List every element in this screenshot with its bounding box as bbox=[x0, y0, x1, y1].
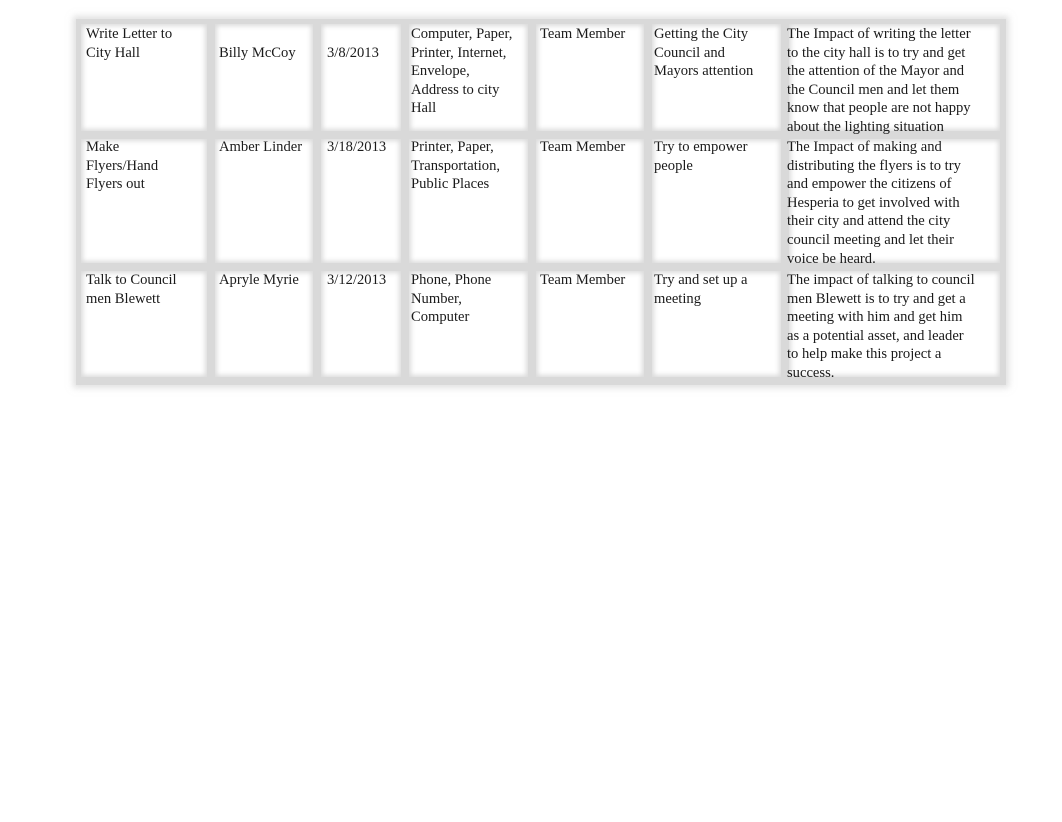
table-cell bbox=[215, 139, 313, 263]
table-cell bbox=[321, 139, 401, 263]
row-3-date: 3/12/2013 bbox=[327, 272, 387, 288]
row-3-impact: The impact of talking to council men Ble… bbox=[787, 272, 975, 381]
row-2-role: Team Member bbox=[540, 139, 626, 155]
row-1-task: Write Letter to City Hall bbox=[86, 26, 173, 61]
table-cell bbox=[536, 139, 644, 263]
row-1-role: Team Member bbox=[540, 26, 626, 42]
row-3-goal: Try and set up a meeting bbox=[654, 272, 748, 307]
row-2-task: Make Flyers/Hand Flyers out bbox=[86, 139, 159, 193]
row-1-impact: The Impact of writing the letter to the … bbox=[787, 26, 971, 135]
row-3-task: Talk to Council men Blewett bbox=[86, 272, 177, 307]
row-1-resources: Computer, Paper, Printer, Internet, Enve… bbox=[411, 26, 513, 117]
row-2-date: 3/18/2013 bbox=[327, 139, 387, 155]
row-3-resources: Phone, Phone Number, Computer bbox=[411, 272, 492, 326]
table-cell bbox=[321, 24, 401, 131]
row-2-resources: Printer, Paper, Transportation, Public P… bbox=[411, 139, 501, 193]
row-2-goal: Try to empower people bbox=[654, 139, 748, 174]
row-1-goal: Getting the City Council and Mayors atte… bbox=[654, 26, 754, 80]
row-1-date: 3/8/2013 bbox=[327, 45, 379, 61]
row-3-role: Team Member bbox=[540, 272, 626, 288]
row-3-person: Apryle Myrie bbox=[219, 272, 299, 288]
row-2-person: Amber Linder bbox=[219, 139, 303, 155]
table-cell bbox=[215, 24, 313, 131]
row-2-impact: The Impact of making and distributing th… bbox=[787, 139, 961, 267]
row-1-person: Billy McCoy bbox=[219, 45, 296, 61]
